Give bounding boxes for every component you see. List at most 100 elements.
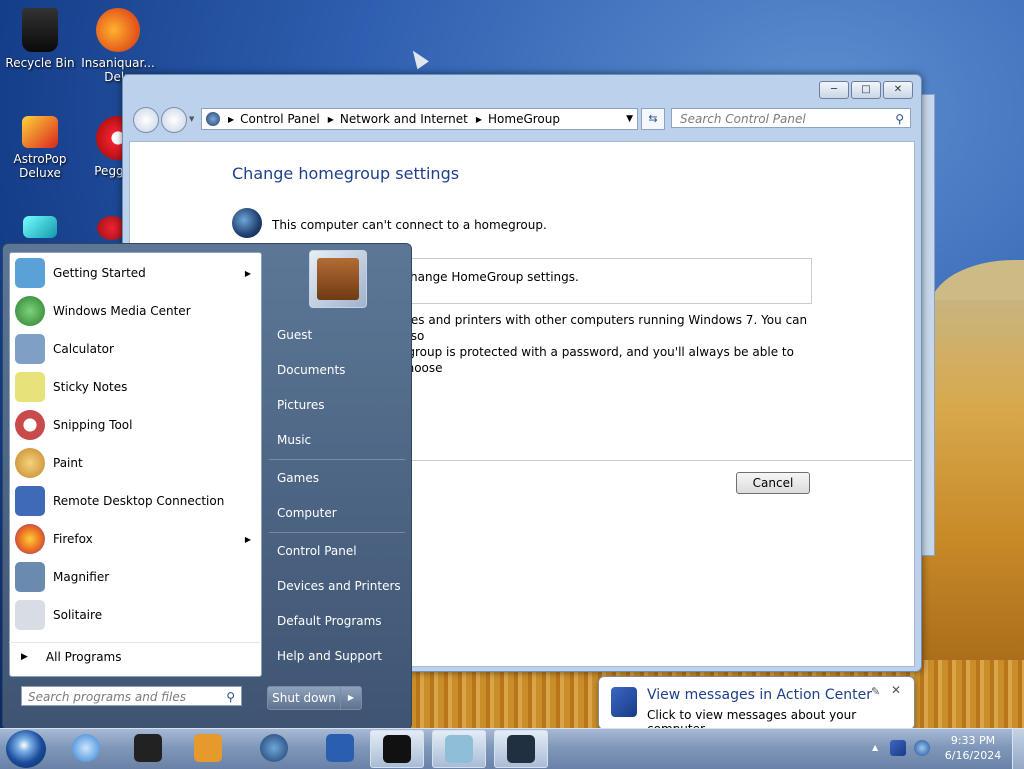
notification-title: View messages in Action Center: [647, 687, 872, 703]
back-button[interactable]: [133, 107, 159, 133]
start-item-getting-started[interactable]: Getting Started ▶: [10, 255, 261, 291]
description-line: files and printers with other computers …: [400, 313, 808, 343]
clock[interactable]: 9:33 PM 6/16/2024: [940, 733, 1006, 763]
desktop-icon-astropop[interactable]: AstroPop Deluxe: [0, 116, 80, 180]
shut-down-options-icon[interactable]: ▶: [340, 686, 362, 710]
start-right-computer[interactable]: Computer: [265, 500, 405, 526]
taskbar-globe[interactable]: [248, 730, 300, 766]
user-picture[interactable]: [309, 250, 367, 308]
cancel-button[interactable]: Cancel: [736, 472, 810, 494]
clock-time: 9:33 PM: [950, 734, 996, 747]
globe-icon: [260, 734, 288, 762]
taskbar-media-player[interactable]: [182, 730, 234, 766]
magnifier-icon: [15, 562, 45, 592]
start-item-label: Windows Media Center: [53, 304, 191, 318]
recent-pages-icon[interactable]: ▼: [189, 115, 194, 123]
action-center-flag-icon[interactable]: [890, 740, 906, 756]
search-icon[interactable]: ⚲: [226, 687, 235, 707]
search-control-panel-input[interactable]: Search Control Panel ⚲: [671, 108, 911, 128]
forward-button[interactable]: [161, 107, 187, 133]
show-desktop-button[interactable]: [1012, 729, 1024, 769]
start-item-paint[interactable]: Paint: [10, 445, 261, 481]
start-item-sticky-notes[interactable]: Sticky Notes: [10, 369, 261, 405]
breadcrumb-network-and-internet[interactable]: Network and Internet: [340, 112, 468, 126]
breadcrumb-control-panel[interactable]: Control Panel: [240, 112, 320, 126]
black-box-icon: [134, 734, 162, 762]
sticky-notes-icon: [15, 372, 45, 402]
maximize-button[interactable]: □: [851, 81, 881, 99]
start-item-firefox[interactable]: Firefox ▶: [10, 521, 261, 557]
start-item-label: Firefox: [53, 532, 93, 546]
start-right-default-programs[interactable]: Default Programs: [265, 608, 405, 634]
start-item-solitaire[interactable]: Solitaire: [10, 597, 261, 633]
notification-close-icon[interactable]: ✕: [891, 683, 901, 697]
notepad-icon: [445, 735, 473, 763]
taskbar-black-box[interactable]: [122, 730, 174, 766]
media-player-icon: [194, 734, 222, 762]
start-button[interactable]: [6, 730, 46, 768]
close-button[interactable]: ✕: [883, 81, 913, 99]
desktop-icon-insaniquarium[interactable]: Insaniquar... Delu: [78, 8, 158, 84]
options-wrench-icon[interactable]: ✎: [871, 685, 880, 698]
start-menu-programs-pane: Getting Started ▶ Windows Media Center C…: [9, 252, 262, 677]
shut-down-button[interactable]: Shut down: [267, 686, 341, 710]
start-item-magnifier[interactable]: Magnifier: [10, 559, 261, 595]
taskbar-notepad[interactable]: [432, 730, 486, 768]
clock-date: 6/16/2024: [944, 749, 1002, 762]
search-icon[interactable]: ⚲: [895, 109, 904, 129]
start-item-label: Sticky Notes: [53, 380, 128, 394]
start-right-devices-and-printers[interactable]: Devices and Printers: [265, 573, 405, 599]
media-center-icon: [15, 296, 45, 326]
taskbar-control-panel[interactable]: [494, 730, 548, 768]
internet-explorer-icon: [72, 734, 100, 762]
all-programs-button[interactable]: ▶ All Programs: [9, 642, 260, 671]
start-item-label: Solitaire: [53, 608, 103, 622]
breadcrumb-separator-icon: ▶: [228, 114, 235, 124]
diamond-icon: [23, 216, 57, 238]
start-right-pictures[interactable]: Pictures: [265, 392, 405, 418]
calculator-icon: [15, 334, 45, 364]
start-right-games[interactable]: Games: [265, 465, 405, 491]
desktop-icon-diamond[interactable]: [18, 216, 62, 242]
start-menu: Getting Started ▶ Windows Media Center C…: [2, 243, 412, 730]
powershell-icon: [326, 734, 354, 762]
desktop-icon-label: Recycle Bin: [5, 56, 75, 70]
minimize-button[interactable]: ─: [819, 81, 849, 99]
address-dropdown-icon[interactable]: ▼: [626, 114, 633, 124]
start-item-snipping-tool[interactable]: Snipping Tool: [10, 407, 261, 443]
start-item-label: Getting Started: [53, 266, 146, 280]
network-icon[interactable]: [914, 740, 930, 756]
address-bar[interactable]: ▶ Control Panel ▶ Network and Internet ▶…: [201, 108, 638, 130]
start-item-label: Calculator: [53, 342, 114, 356]
start-right-help-and-support[interactable]: Help and Support: [265, 643, 405, 669]
mouse-cursor-icon: [407, 46, 429, 70]
taskbar-internet-explorer[interactable]: [60, 730, 112, 766]
start-right-guest[interactable]: Guest: [265, 322, 405, 348]
recycle-bin-icon: [22, 8, 58, 52]
start-right-documents[interactable]: Documents: [265, 357, 405, 383]
refresh-button[interactable]: ⇆: [641, 108, 665, 130]
homegroup-status-text: This computer can't connect to a homegro…: [272, 218, 547, 232]
taskbar-command-prompt[interactable]: [370, 730, 424, 768]
start-item-label: Remote Desktop Connection: [53, 494, 225, 508]
start-right-control-panel[interactable]: Control Panel: [265, 538, 405, 564]
taskbar-powershell[interactable]: [314, 730, 366, 766]
start-item-remote-desktop[interactable]: Remote Desktop Connection: [10, 483, 261, 519]
search-programs-input[interactable]: Search programs and files ⚲: [21, 686, 242, 706]
start-right-music[interactable]: Music: [265, 427, 405, 453]
caption-buttons: ─ □ ✕: [819, 81, 913, 99]
paint-icon: [15, 448, 45, 478]
start-item-calculator[interactable]: Calculator: [10, 331, 261, 367]
action-center-notification[interactable]: View messages in Action Center Click to …: [598, 676, 915, 736]
goldfish-icon: [96, 8, 140, 52]
search-placeholder: Search programs and files: [28, 690, 186, 704]
start-item-windows-media-center[interactable]: Windows Media Center: [10, 293, 261, 329]
action-center-flag-icon: [611, 687, 637, 717]
control-panel-icon: [507, 735, 535, 763]
navigation-bar: ▼ ▶ Control Panel ▶ Network and Internet…: [129, 105, 915, 133]
show-hidden-icons-icon[interactable]: ▲: [872, 743, 878, 752]
breadcrumb-homegroup[interactable]: HomeGroup: [488, 112, 560, 126]
start-item-label: Magnifier: [53, 570, 110, 584]
snipping-tool-icon: [15, 410, 45, 440]
desktop-icon-recycle-bin[interactable]: Recycle Bin: [0, 8, 80, 70]
